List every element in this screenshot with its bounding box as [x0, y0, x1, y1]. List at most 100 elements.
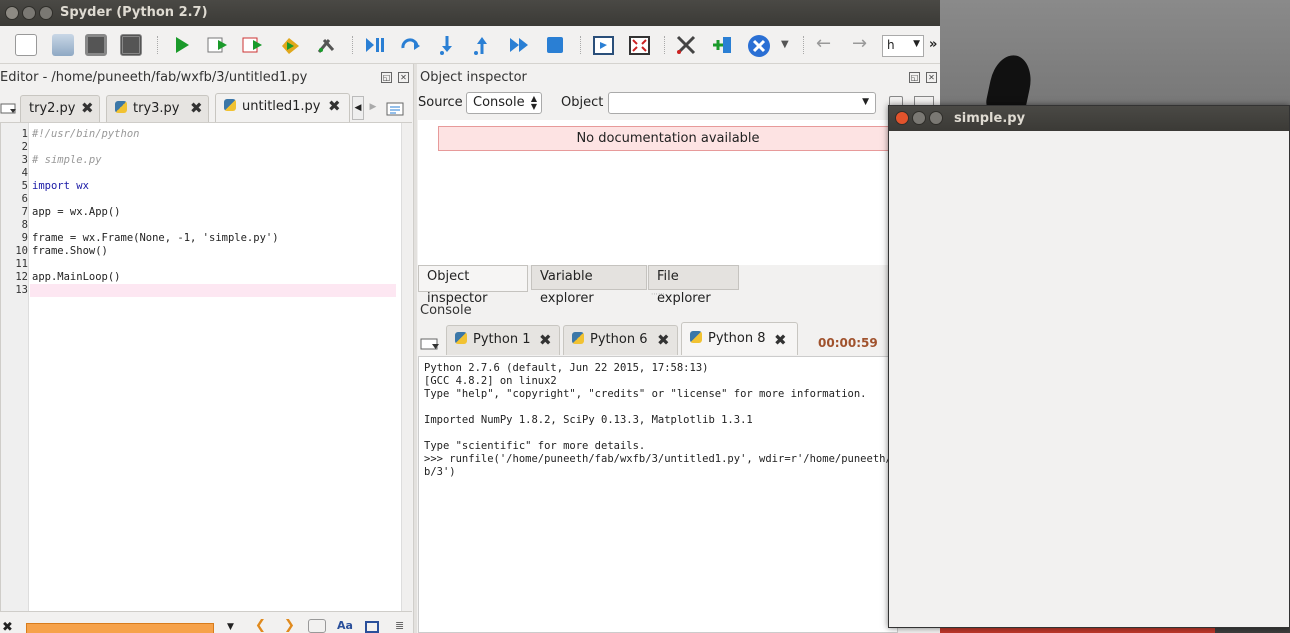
close-tab-icon[interactable]: ✖	[657, 326, 670, 354]
chevron-down-icon[interactable]: ▼	[913, 39, 920, 49]
find-next-icon[interactable]: ❯	[284, 618, 295, 633]
back-arrow-icon[interactable]: ←	[816, 34, 838, 56]
console-tab[interactable]: Python 6 ✖	[563, 325, 678, 355]
close-pane-icon[interactable]: ✕	[398, 72, 409, 83]
close-tab-icon[interactable]: ✖	[190, 96, 203, 121]
step-into-icon[interactable]	[436, 34, 458, 56]
code-line: 5 import wx	[1, 180, 401, 193]
line-text: frame.Show()	[32, 245, 108, 257]
console-tab[interactable]: Python 1 ✖	[446, 325, 560, 355]
open-file-icon[interactable]	[52, 34, 74, 56]
close-tab-icon[interactable]: ✖	[774, 324, 787, 356]
close-pane-icon[interactable]: ✕	[926, 72, 937, 83]
save-icon[interactable]	[85, 34, 107, 56]
source-combo[interactable]: Console ▲ ▼	[466, 92, 542, 114]
highlight-icon[interactable]: ≣	[395, 619, 404, 632]
toolbar-separator	[157, 36, 159, 54]
minimize-icon[interactable]	[912, 111, 926, 125]
save-all-icon[interactable]	[120, 34, 142, 56]
console-line: Type "help", "copyright", "credits" or "…	[424, 388, 867, 400]
run-file-icon[interactable]	[206, 34, 228, 56]
window-maximize-button[interactable]	[39, 6, 53, 20]
case-sensitive-icon[interactable]: Aa	[337, 619, 353, 632]
tab-label: try3.py	[133, 101, 180, 116]
close-find-icon[interactable]: ✖	[2, 620, 13, 633]
simple-py-window[interactable]: simple.py	[888, 105, 1290, 628]
step-over-icon[interactable]	[399, 34, 421, 56]
object-combo[interactable]: ▼	[608, 92, 876, 114]
continue-icon[interactable]	[508, 34, 530, 56]
stop-debug-icon[interactable]	[544, 34, 566, 56]
run-icon[interactable]	[171, 34, 193, 56]
title-bar: Spyder (Python 2.7)	[0, 0, 940, 26]
find-input[interactable]	[26, 623, 214, 633]
editor-scrollbar[interactable]	[401, 123, 412, 611]
new-file-icon[interactable]	[15, 34, 37, 56]
maximize-icon[interactable]	[929, 111, 943, 125]
source-label: Source	[418, 95, 463, 110]
close-tab-icon[interactable]: ✖	[328, 94, 341, 119]
line-number: 7	[21, 206, 28, 218]
toolbar-overflow-button[interactable]: »	[929, 37, 937, 52]
code-editor[interactable]: 1 #!/usr/bin/python 2 3 # simple.py 4 5 imp…	[0, 122, 412, 612]
chevron-down-icon[interactable]: ▼	[227, 622, 234, 632]
working-directory-combo[interactable]: h ▼	[882, 35, 924, 57]
step-return-icon[interactable]	[471, 34, 493, 56]
find-previous-icon[interactable]: ❮	[255, 618, 266, 633]
close-icon[interactable]	[895, 111, 909, 125]
window-close-button[interactable]	[5, 6, 19, 20]
tab-scroll-right-icon[interactable]: ▶	[367, 96, 379, 120]
window-minimize-button[interactable]	[22, 6, 36, 20]
python-file-icon	[115, 101, 127, 113]
close-tab-icon[interactable]: ✖	[81, 96, 94, 121]
console-line: [GCC 4.8.2] on linux2	[424, 375, 557, 387]
maximize-pane-icon[interactable]	[592, 34, 614, 56]
chevron-down-icon[interactable]: ▼	[862, 97, 869, 107]
tab-scroll-left-icon[interactable]: ◀	[352, 96, 364, 120]
code-line: 12 app.MainLoop()	[1, 271, 401, 284]
undock-icon[interactable]: ◱	[381, 72, 392, 83]
console-line: Imported NumPy 1.8.2, SciPy 0.13.3, Matp…	[424, 414, 753, 426]
find-bar: ✖ ▼ ❮ ❯ Aa ≣	[0, 614, 412, 633]
console-line: Type "scientific" for more details.	[424, 440, 646, 452]
browse-tabs-icon[interactable]	[420, 333, 442, 351]
editor-tab[interactable]: try3.py ✖	[106, 95, 209, 122]
code-line: 1 #!/usr/bin/python	[1, 128, 401, 141]
taskbar-strip	[940, 628, 1215, 633]
line-number: 4	[21, 167, 28, 179]
code-line: 9 frame = wx.Frame(None, -1, 'simple.py')	[1, 232, 401, 245]
horizontal-splitter[interactable]: ⋯⋯	[418, 291, 898, 298]
tab-file-explorer[interactable]: File explorer	[648, 265, 739, 306]
toolbar-separator	[580, 36, 582, 54]
dropdown-arrow-icon[interactable]: ▼	[781, 34, 803, 56]
pane-splitter[interactable]	[413, 64, 417, 633]
run-selection-icon[interactable]	[241, 34, 263, 56]
editor-tab[interactable]: try2.py ✖	[20, 95, 100, 122]
close-tab-icon[interactable]: ✖	[539, 326, 552, 354]
simple-window-title-bar: simple.py	[889, 106, 1289, 131]
tab-label: try2.py	[29, 101, 76, 116]
fullscreen-icon[interactable]	[628, 34, 650, 56]
tab-object-inspector[interactable]: Object inspector	[418, 265, 528, 306]
line-number: 2	[21, 141, 28, 153]
elapsed-time: 00:00:59	[818, 336, 878, 350]
tab-label: Python 8	[708, 331, 766, 346]
regex-toggle-icon[interactable]	[308, 619, 326, 633]
browse-tabs-icon[interactable]	[0, 98, 18, 125]
preferences-icon[interactable]	[675, 34, 697, 56]
line-text: # simple.py	[32, 154, 102, 166]
debug-icon[interactable]	[279, 34, 301, 56]
close-all-icon[interactable]	[747, 34, 770, 57]
line-number: 11	[15, 258, 28, 270]
editor-tab-active[interactable]: untitled1.py ✖	[215, 93, 350, 122]
options-menu-icon[interactable]	[386, 100, 408, 118]
tab-variable-explorer[interactable]: Variable explorer	[531, 265, 647, 306]
whole-word-icon[interactable]	[365, 621, 379, 633]
profile-icon[interactable]	[315, 34, 337, 56]
pythonpath-manager-icon[interactable]	[711, 34, 733, 56]
forward-arrow-icon[interactable]: →	[852, 34, 874, 56]
undock-icon[interactable]: ◱	[909, 72, 920, 83]
debug-start-icon[interactable]	[364, 34, 386, 56]
console-tab-active[interactable]: Python 8 ✖	[681, 322, 798, 355]
python-console[interactable]: Python 2.7.6 (default, Jun 22 2015, 17:5…	[418, 356, 898, 633]
